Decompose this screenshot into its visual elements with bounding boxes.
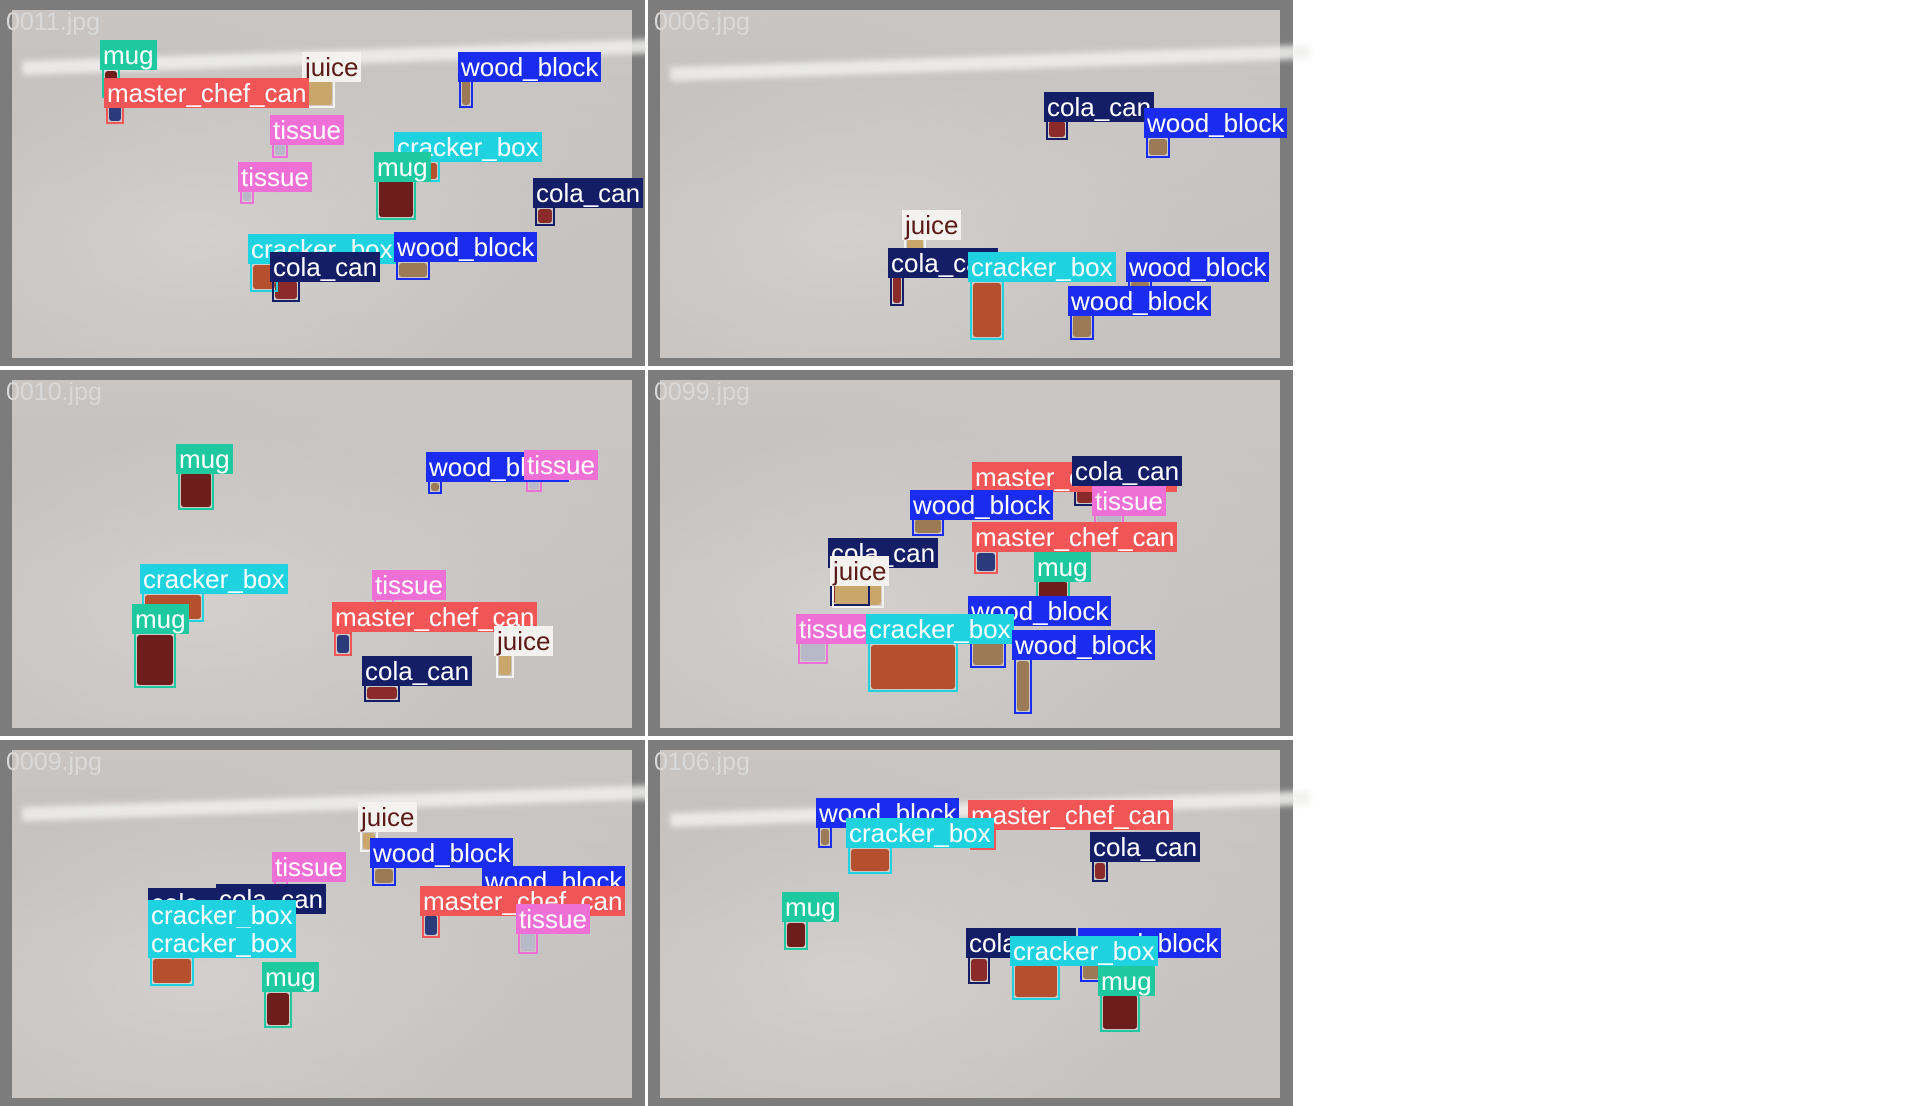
bbox-cola-can [1092, 860, 1108, 882]
label-tissue: tissue [796, 614, 870, 644]
label-wood-block: wood_block [370, 838, 514, 868]
label-tissue: tissue [270, 115, 344, 145]
label-tissue: tissue [524, 450, 598, 480]
label-wood-block: wood_block [1126, 252, 1270, 282]
bbox-cracker-box [868, 642, 958, 692]
label-juice: juice [358, 802, 418, 832]
bbox-cola-can [364, 684, 400, 702]
bbox-wood-block [428, 480, 442, 494]
detection-grid: 0011.jpg mug juice master_chef_can wood_bloc… [0, 0, 1311, 1106]
bbox-master-chef-can [974, 550, 998, 574]
image-tile-0006: 0006.jpg cola_can wood_block juice cola_can c… [648, 0, 1311, 366]
image-tile-0009: 0009.jpg juice wood_block tissue wood_block c… [0, 740, 663, 1106]
label-tissue: tissue [372, 570, 446, 600]
image-filename: 0010.jpg [6, 378, 102, 406]
label-master-chef-can: master_chef_can [972, 522, 1178, 552]
label-cracker-box: cracker_box [1010, 936, 1158, 966]
label-mug: mug [1034, 552, 1091, 582]
label-wood-block: wood_block [458, 52, 602, 82]
image-filename: 0011.jpg [6, 8, 101, 36]
label-cola-can: cola_can [362, 656, 473, 686]
bbox-cracker-box [150, 956, 194, 986]
bbox-wood-block [396, 260, 430, 280]
label-master-chef-can: master_chef_can [104, 78, 310, 108]
label-cracker-box: cracker_box [148, 900, 296, 930]
bbox-mug [264, 990, 292, 1028]
bbox-wood-block [818, 826, 832, 848]
label-master-chef-can: master_chef_can [968, 800, 1174, 830]
label-cola-can: cola_can [533, 178, 644, 208]
bbox-mug [134, 632, 176, 688]
label-mug: mug [100, 40, 157, 70]
label-tissue: tissue [238, 162, 312, 192]
label-wood-block: wood_block [910, 490, 1054, 520]
label-cracker-box: cracker_box [846, 818, 994, 848]
bbox-cracker-box [1012, 962, 1060, 1000]
label-wood-block: wood_block [394, 232, 538, 262]
label-mug: mug [1098, 966, 1155, 996]
image-tile-0099: 0099.jpg master_chef_can cola_can wood_bloc… [648, 370, 1293, 736]
label-mug: mug [132, 604, 189, 634]
label-cracker-box: cracker_box [148, 928, 296, 958]
bbox-master-chef-can [334, 632, 352, 656]
label-juice: juice [302, 52, 362, 82]
image-tile-0106: 0106.jpg wood_block master_chef_can cracker… [648, 740, 1311, 1106]
label-cracker-box: cracker_box [866, 614, 1014, 644]
label-mug: mug [176, 444, 233, 474]
label-juice: juice [902, 210, 962, 240]
label-wood-block: wood_block [1068, 286, 1212, 316]
bbox-wood-block [372, 866, 396, 886]
label-tissue: tissue [516, 904, 590, 934]
label-juice: juice [494, 626, 554, 656]
label-mug: mug [262, 962, 319, 992]
bbox-wood-block [1146, 136, 1170, 158]
label-tissue: tissue [1092, 486, 1166, 516]
image-filename: 0009.jpg [6, 748, 102, 776]
bbox-cola-can [968, 956, 990, 984]
image-filename: 0106.jpg [654, 748, 750, 776]
scene-image [12, 380, 632, 728]
label-cola-can: cola_can [1044, 92, 1155, 122]
image-tile-0010: 0010.jpg mug wood_block tissue cracker_box ti… [0, 370, 645, 736]
bbox-cracker-box [848, 846, 892, 874]
floor-stripe [21, 784, 663, 822]
label-mug: mug [374, 152, 431, 182]
bbox-wood-block [1014, 658, 1032, 714]
image-tile-0011: 0011.jpg mug juice master_chef_can wood_bloc… [0, 0, 663, 366]
label-cola-can: cola_can [1090, 832, 1201, 862]
bbox-juice [305, 78, 335, 108]
label-juice: juice [830, 556, 890, 586]
label-cola-can: cola_can [270, 252, 381, 282]
bbox-cracker-box [970, 280, 1004, 340]
label-wood-block: wood_block [1144, 108, 1288, 138]
floor-stripe [669, 44, 1311, 82]
scene-image [660, 380, 1280, 728]
label-cracker-box: cracker_box [140, 564, 288, 594]
bbox-mug [784, 920, 808, 950]
label-mug: mug [782, 892, 839, 922]
label-cola-can: cola_can [1072, 456, 1183, 486]
label-tissue: tissue [272, 852, 346, 882]
label-wood-block: wood_block [1012, 630, 1156, 660]
label-cracker-box: cracker_box [968, 252, 1116, 282]
bbox-cola-can [535, 206, 555, 226]
bbox-mug [1100, 992, 1140, 1032]
image-filename: 0099.jpg [654, 378, 750, 406]
bbox-mug [178, 470, 214, 510]
image-filename: 0006.jpg [654, 8, 750, 36]
bbox-wood-block [1070, 312, 1094, 340]
